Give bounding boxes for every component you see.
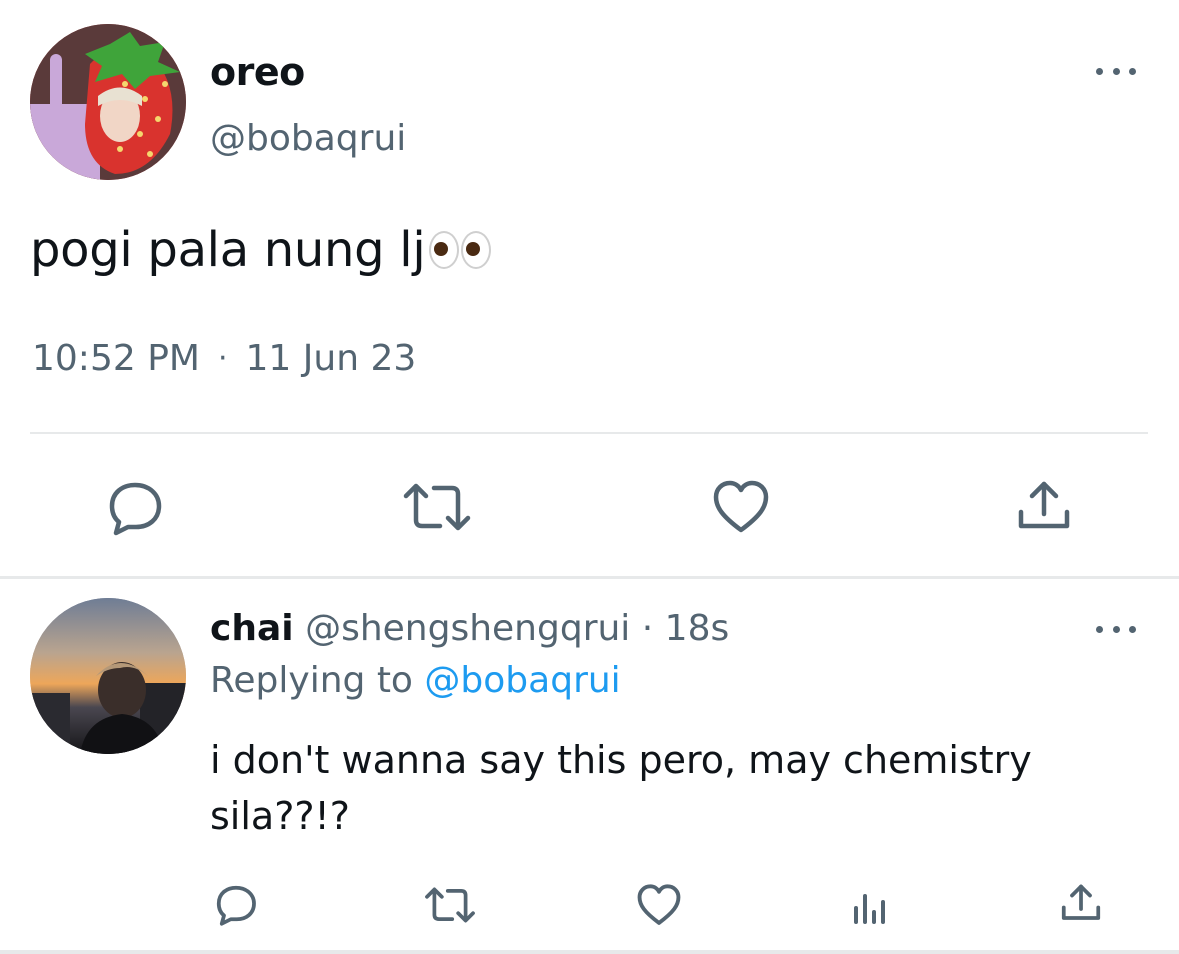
reply-text: i don't wanna say this pero, may chemist… bbox=[210, 738, 1032, 838]
reply-header: chai @shengshengqrui · 18s bbox=[210, 608, 729, 649]
heart-icon[interactable] bbox=[712, 480, 770, 534]
eyes-emoji-icon bbox=[427, 231, 492, 269]
bottom-divider bbox=[0, 950, 1179, 954]
reply-age[interactable]: 18s bbox=[665, 608, 730, 649]
share-icon[interactable] bbox=[1016, 478, 1072, 534]
meta-separator: · bbox=[217, 341, 228, 376]
views-icon[interactable] bbox=[850, 886, 890, 926]
sunset-portrait-avatar-image bbox=[30, 598, 186, 754]
strawberry-costume-avatar-image bbox=[30, 24, 186, 180]
retweet-icon[interactable] bbox=[424, 886, 476, 924]
heart-icon[interactable] bbox=[636, 884, 682, 926]
tweet-timestamp[interactable]: 10:52 PM · 11 Jun 23 bbox=[32, 338, 416, 379]
tweet-text: pogi pala nung lj bbox=[30, 222, 492, 278]
more-options-icon[interactable] bbox=[1096, 56, 1136, 86]
replying-to-line: Replying to @bobaqrui bbox=[210, 660, 621, 701]
more-options-icon[interactable] bbox=[1096, 614, 1136, 644]
reply-action-bar bbox=[0, 880, 1179, 940]
tweet-action-bar bbox=[0, 472, 1179, 542]
reply-author-handle[interactable]: @shengshengqrui bbox=[305, 608, 630, 649]
replying-to-handle-link[interactable]: @bobaqrui bbox=[424, 660, 620, 701]
share-icon[interactable] bbox=[1060, 882, 1102, 924]
reply-author-name[interactable]: chai bbox=[210, 608, 294, 649]
retweet-icon[interactable] bbox=[402, 482, 472, 532]
author-handle[interactable]: @bobaqrui bbox=[210, 118, 406, 159]
divider bbox=[30, 432, 1148, 434]
reply-icon[interactable] bbox=[214, 884, 258, 926]
meta-separator: · bbox=[641, 608, 654, 649]
reply-author-avatar[interactable] bbox=[30, 598, 186, 754]
tweet-text-content: pogi pala nung lj bbox=[30, 222, 426, 278]
replying-to-label: Replying to bbox=[210, 660, 413, 701]
author-name[interactable]: oreo bbox=[210, 50, 305, 94]
author-avatar[interactable] bbox=[30, 24, 186, 180]
tweet-time[interactable]: 10:52 PM bbox=[32, 338, 200, 379]
section-divider bbox=[0, 576, 1179, 579]
reply-icon[interactable] bbox=[106, 480, 164, 536]
tweet-date[interactable]: 11 Jun 23 bbox=[246, 338, 417, 379]
